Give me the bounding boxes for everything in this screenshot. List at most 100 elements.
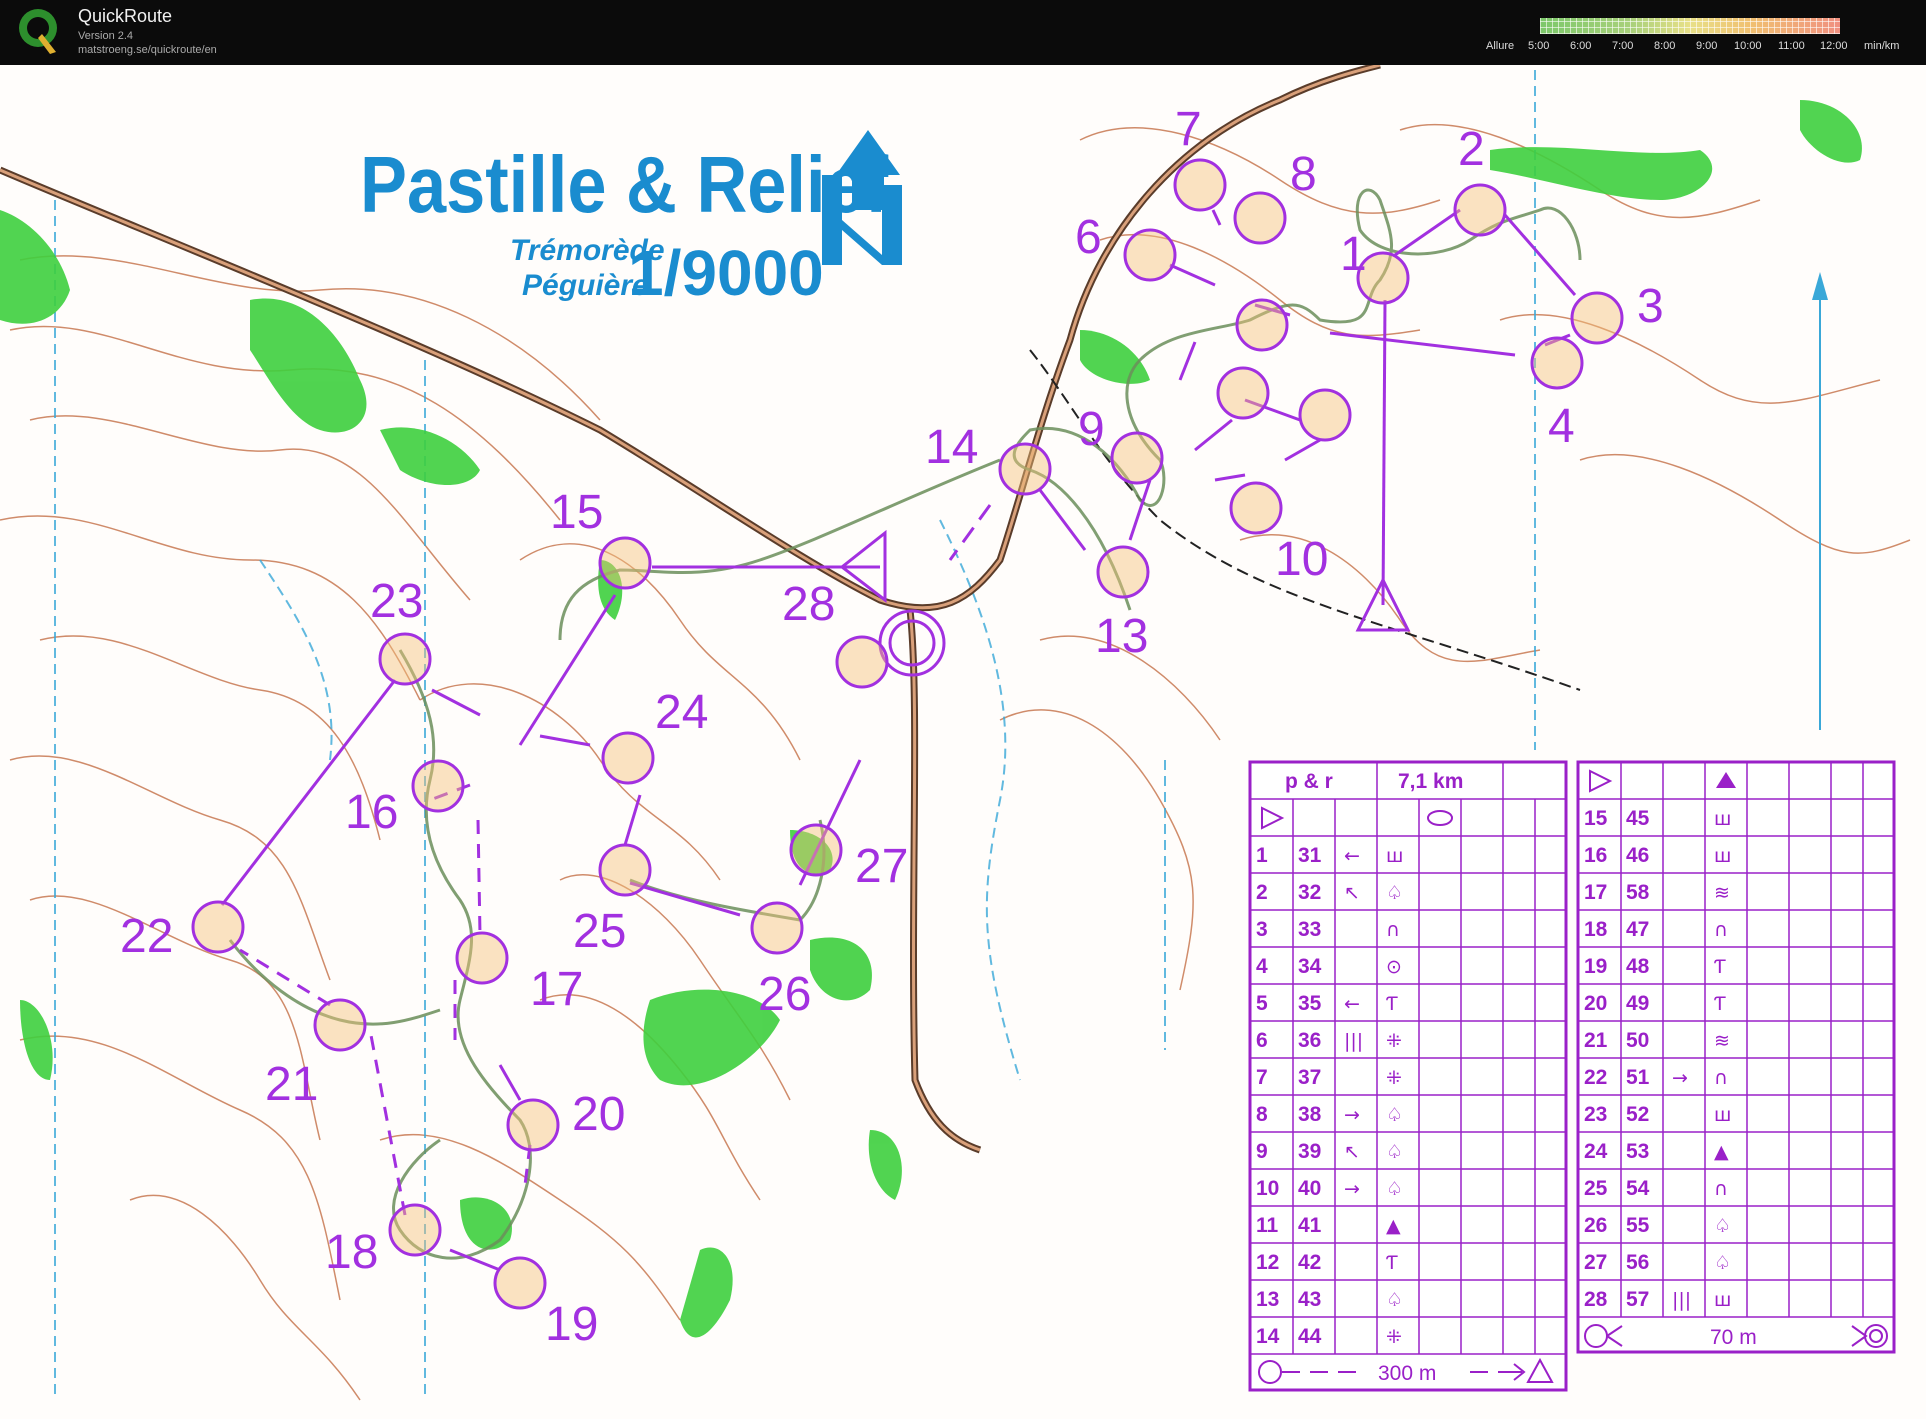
feature-cell: ш — [1714, 845, 1731, 867]
feature-cell: Ƭ — [1386, 1252, 1398, 1274]
control-number: 4 — [1548, 400, 1575, 453]
control-code-cell: 31 — [1298, 844, 1322, 867]
control-number-cell: 11 — [1256, 1214, 1279, 1237]
control-number-cell: 17 — [1584, 881, 1607, 904]
control-number-cell: 12 — [1256, 1251, 1279, 1274]
control-code-cell: 54 — [1626, 1177, 1650, 1200]
control-number: 6 — [1075, 211, 1102, 264]
feature-cell: ш — [1386, 845, 1403, 867]
control-number: 18 — [325, 1226, 378, 1279]
pace-unit: min/km — [1864, 40, 1900, 52]
control-number-cell: 20 — [1584, 992, 1607, 1015]
pace-tick: 12:00 — [1820, 40, 1848, 52]
control-code-cell: 43 — [1298, 1288, 1321, 1311]
feature-cell: ♤ — [1386, 1104, 1403, 1126]
direction-cell: → — [1344, 1104, 1360, 1126]
control-number: 15 — [550, 486, 603, 539]
feature-cell: ⁜ — [1386, 1067, 1402, 1089]
feature-cell: ≋ — [1714, 1030, 1730, 1052]
pace-tick: 7:00 — [1612, 40, 1634, 52]
feature-cell: ∩ — [1714, 1178, 1728, 1200]
control-code-cell: 48 — [1626, 955, 1650, 978]
control-number-cell: 15 — [1584, 807, 1608, 830]
footer-distance-right: 70 m — [1710, 1326, 1757, 1349]
control-number: 1 — [1340, 228, 1367, 281]
control-number-cell: 18 — [1584, 918, 1608, 941]
description-table-left: p & r 7,1 km 1 31 ← ш2 32 ↖ ♤3 33 ∩4 34 ⊙5 35 ← Ƭ6 36 |… — [1248, 760, 1568, 1392]
control-number: 20 — [572, 1088, 625, 1141]
control-number: 26 — [758, 968, 811, 1021]
control-code-cell: 51 — [1626, 1066, 1650, 1089]
control-code-cell: 56 — [1626, 1251, 1649, 1274]
feature-cell: ▲ — [1386, 1215, 1401, 1237]
control-number: 16 — [345, 786, 398, 839]
control-number: 7 — [1175, 103, 1202, 156]
feature-cell: ♤ — [1386, 1289, 1403, 1311]
pace-tick: 11:00 — [1778, 40, 1805, 52]
control-number: 28 — [782, 578, 835, 631]
direction-cell: ← — [1344, 993, 1360, 1015]
control-number-cell: 5 — [1256, 992, 1268, 1015]
feature-cell: ♤ — [1386, 1141, 1403, 1163]
feature-cell: ш — [1714, 808, 1731, 830]
control-number-cell: 8 — [1256, 1103, 1268, 1126]
footer-distance-left: 300 m — [1378, 1362, 1436, 1385]
direction-cell: ↖ — [1344, 1141, 1360, 1163]
feature-cell: ∩ — [1386, 919, 1400, 941]
feature-cell: ш — [1714, 1104, 1731, 1126]
control-number-cell: 16 — [1584, 844, 1607, 867]
map-scale: 1/9000 — [628, 237, 824, 309]
control-code-cell: 47 — [1626, 918, 1649, 941]
control-code-cell: 40 — [1298, 1177, 1321, 1200]
control-code-cell: 35 — [1298, 992, 1322, 1015]
feature-cell: ♤ — [1386, 882, 1403, 904]
control-number: 13 — [1095, 610, 1148, 663]
control-code-cell: 45 — [1626, 807, 1650, 830]
orienteering-map[interactable]: Pastille & Relief Trémorède Péguière 1/9… — [0, 65, 1926, 1419]
control-number: 22 — [120, 910, 173, 963]
feature-cell: ⁜ — [1386, 1030, 1402, 1052]
feature-cell: Ƭ — [1714, 993, 1726, 1015]
app-url[interactable]: matstroeng.se/quickroute/en — [78, 44, 217, 56]
pace-tick: 5:00 — [1528, 40, 1550, 52]
control-code-cell: 36 — [1298, 1029, 1321, 1052]
pace-color-bar — [1540, 18, 1840, 34]
control-number-cell: 23 — [1584, 1103, 1607, 1126]
control-number: 10 — [1275, 533, 1328, 586]
control-number-cell: 14 — [1256, 1325, 1280, 1348]
table-header-length: 7,1 km — [1398, 770, 1463, 793]
control-code-cell: 42 — [1298, 1251, 1321, 1274]
control-code-cell: 58 — [1626, 881, 1650, 904]
feature-cell: ⁜ — [1386, 1326, 1402, 1348]
direction-cell: ↖ — [1344, 882, 1360, 904]
quickroute-logo-icon — [19, 9, 57, 54]
feature-cell: ♤ — [1714, 1215, 1731, 1237]
pace-tick: 9:00 — [1696, 40, 1718, 52]
control-number-cell: 21 — [1584, 1029, 1608, 1052]
control-code-cell: 53 — [1626, 1140, 1649, 1163]
description-table-right: 15 45 ш 16 46 ш 17 58 ≋ 18 47 ∩ 19 48 Ƭ 20 49 Ƭ 21 50 ≋ 22 51 →… — [1576, 760, 1896, 1354]
control-code-cell: 50 — [1626, 1029, 1649, 1052]
control-number: 23 — [370, 575, 423, 628]
feature-cell: ∩ — [1714, 919, 1728, 941]
control-number: 21 — [265, 1058, 318, 1111]
control-code-cell: 57 — [1626, 1288, 1649, 1311]
pace-tick: 10:00 — [1734, 40, 1762, 52]
feature-cell: ♤ — [1386, 1178, 1403, 1200]
feature-cell: Ƭ — [1386, 993, 1398, 1015]
control-number-cell: 28 — [1584, 1288, 1608, 1311]
feature-cell: ш — [1714, 1289, 1731, 1311]
control-code-cell: 33 — [1298, 918, 1321, 941]
feature-cell: ≋ — [1714, 882, 1730, 904]
control-code-cell: 44 — [1298, 1325, 1322, 1348]
control-number: 3 — [1637, 280, 1664, 333]
control-number-cell: 26 — [1584, 1214, 1607, 1237]
direction-cell: ||| — [1672, 1289, 1691, 1311]
pace-label: Allure — [1486, 40, 1515, 52]
control-code-cell: 41 — [1298, 1214, 1322, 1237]
control-code-cell: 49 — [1626, 992, 1649, 1015]
control-number: 27 — [855, 840, 908, 893]
control-code-cell: 52 — [1626, 1103, 1649, 1126]
feature-cell: Ƭ — [1714, 956, 1726, 978]
pace-scale: Allure 5:00 6:00 7:00 8:00 9:00 10:00 11… — [1484, 16, 1924, 56]
